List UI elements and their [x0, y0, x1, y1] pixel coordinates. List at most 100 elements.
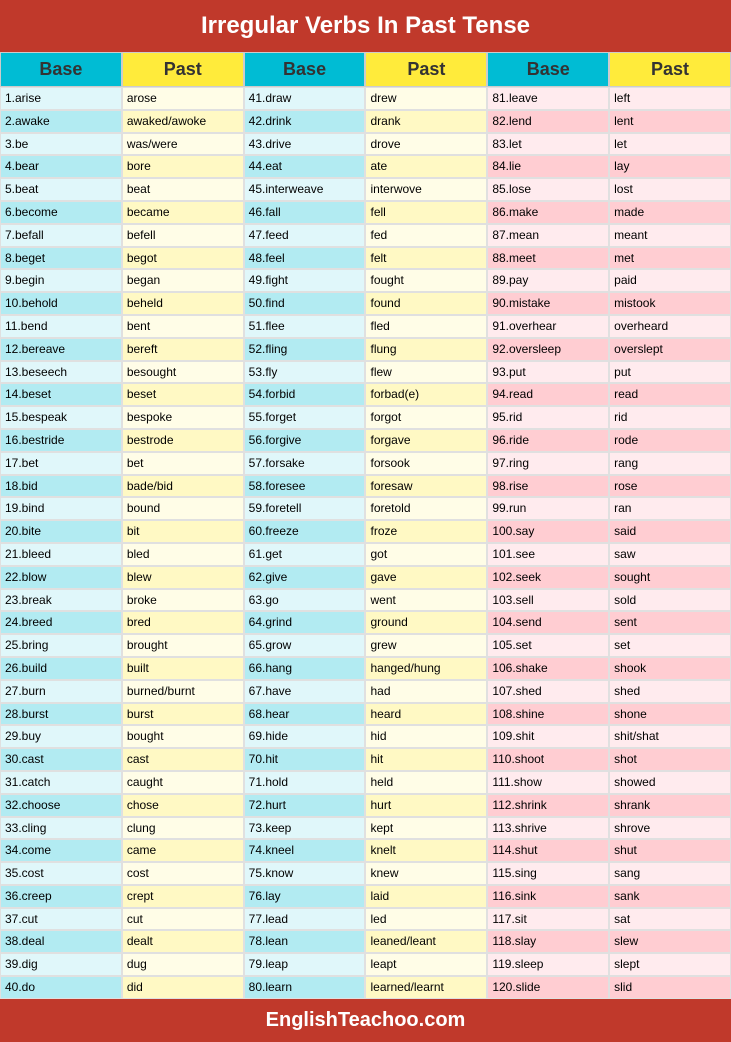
list-item: held: [365, 771, 487, 794]
list-item: set: [609, 634, 731, 657]
list-item: 78.lean: [244, 930, 366, 953]
list-item: 33.cling: [0, 817, 122, 840]
list-item: shone: [609, 703, 731, 726]
list-item: rode: [609, 429, 731, 452]
list-item: 38.deal: [0, 930, 122, 953]
list-item: 101.see: [487, 543, 609, 566]
list-item: blew: [122, 566, 244, 589]
list-item: left: [609, 87, 731, 110]
list-item: 7.befall: [0, 224, 122, 247]
list-item: 82.lend: [487, 110, 609, 133]
list-item: bade/bid: [122, 475, 244, 498]
list-item: 13.beseech: [0, 361, 122, 384]
col1-past-header: Past: [122, 52, 244, 87]
col3-base-header: Base: [487, 52, 609, 87]
list-item: 48.feel: [244, 247, 366, 270]
list-item: 50.find: [244, 292, 366, 315]
col3-past: Past leftlentletlaylostmademeantmetpaidm…: [609, 52, 731, 999]
list-item: shed: [609, 680, 731, 703]
list-item: 9.begin: [0, 269, 122, 292]
list-item: 6.become: [0, 201, 122, 224]
list-item: 51.flee: [244, 315, 366, 338]
list-item: chose: [122, 794, 244, 817]
list-item: 2.awake: [0, 110, 122, 133]
col2-base: Base 41.draw42.drink43.drive44.eat45.int…: [244, 52, 366, 999]
list-item: 40.do: [0, 976, 122, 999]
list-item: 17.bet: [0, 452, 122, 475]
col2-past-header: Past: [365, 52, 487, 87]
list-item: bereft: [122, 338, 244, 361]
list-item: clung: [122, 817, 244, 840]
list-item: beat: [122, 178, 244, 201]
list-item: 107.shed: [487, 680, 609, 703]
list-item: 43.drive: [244, 133, 366, 156]
footer: EnglishTeachoo.com: [0, 999, 731, 1042]
list-item: 109.shit: [487, 725, 609, 748]
list-item: dug: [122, 953, 244, 976]
list-item: 81.leave: [487, 87, 609, 110]
list-item: 103.sell: [487, 589, 609, 612]
list-item: 37.cut: [0, 908, 122, 931]
list-item: became: [122, 201, 244, 224]
list-item: 118.slay: [487, 930, 609, 953]
list-item: 88.meet: [487, 247, 609, 270]
list-item: learned/learnt: [365, 976, 487, 999]
list-item: 1.arise: [0, 87, 122, 110]
list-item: 97.ring: [487, 452, 609, 475]
list-item: 29.buy: [0, 725, 122, 748]
list-item: 59.foretell: [244, 497, 366, 520]
list-item: 65.grow: [244, 634, 366, 657]
list-item: 21.bleed: [0, 543, 122, 566]
list-item: 36.creep: [0, 885, 122, 908]
list-item: knelt: [365, 839, 487, 862]
list-item: 42.drink: [244, 110, 366, 133]
list-item: sent: [609, 611, 731, 634]
list-item: forsook: [365, 452, 487, 475]
list-item: befell: [122, 224, 244, 247]
list-item: 69.hide: [244, 725, 366, 748]
list-item: 56.forgive: [244, 429, 366, 452]
list-item: 106.shake: [487, 657, 609, 680]
list-item: ground: [365, 611, 487, 634]
list-item: rose: [609, 475, 731, 498]
list-item: bound: [122, 497, 244, 520]
list-item: ran: [609, 497, 731, 520]
list-item: dealt: [122, 930, 244, 953]
list-item: froze: [365, 520, 487, 543]
list-item: 92.oversleep: [487, 338, 609, 361]
list-item: 30.cast: [0, 748, 122, 771]
list-item: saw: [609, 543, 731, 566]
list-item: 100.say: [487, 520, 609, 543]
list-item: meant: [609, 224, 731, 247]
list-item: put: [609, 361, 731, 384]
list-item: 60.freeze: [244, 520, 366, 543]
list-item: hurt: [365, 794, 487, 817]
list-item: 98.rise: [487, 475, 609, 498]
list-item: 95.rid: [487, 406, 609, 429]
list-item: 39.dig: [0, 953, 122, 976]
list-item: broke: [122, 589, 244, 612]
list-item: made: [609, 201, 731, 224]
list-item: bought: [122, 725, 244, 748]
list-item: 86.make: [487, 201, 609, 224]
list-item: 22.blow: [0, 566, 122, 589]
list-item: 55.forget: [244, 406, 366, 429]
list-item: 91.overhear: [487, 315, 609, 338]
list-item: said: [609, 520, 731, 543]
list-item: arose: [122, 87, 244, 110]
list-item: fed: [365, 224, 487, 247]
list-item: felt: [365, 247, 487, 270]
list-item: 68.hear: [244, 703, 366, 726]
col1-base-header: Base: [0, 52, 122, 87]
list-item: 112.shrink: [487, 794, 609, 817]
col2-past: Past drewdrankdroveateinterwovefellfedfe…: [365, 52, 487, 999]
list-item: 110.shoot: [487, 748, 609, 771]
list-item: slept: [609, 953, 731, 976]
list-item: 54.forbid: [244, 383, 366, 406]
list-item: mistook: [609, 292, 731, 315]
list-item: kept: [365, 817, 487, 840]
list-item: 80.learn: [244, 976, 366, 999]
list-item: 34.come: [0, 839, 122, 862]
list-item: knew: [365, 862, 487, 885]
list-item: built: [122, 657, 244, 680]
